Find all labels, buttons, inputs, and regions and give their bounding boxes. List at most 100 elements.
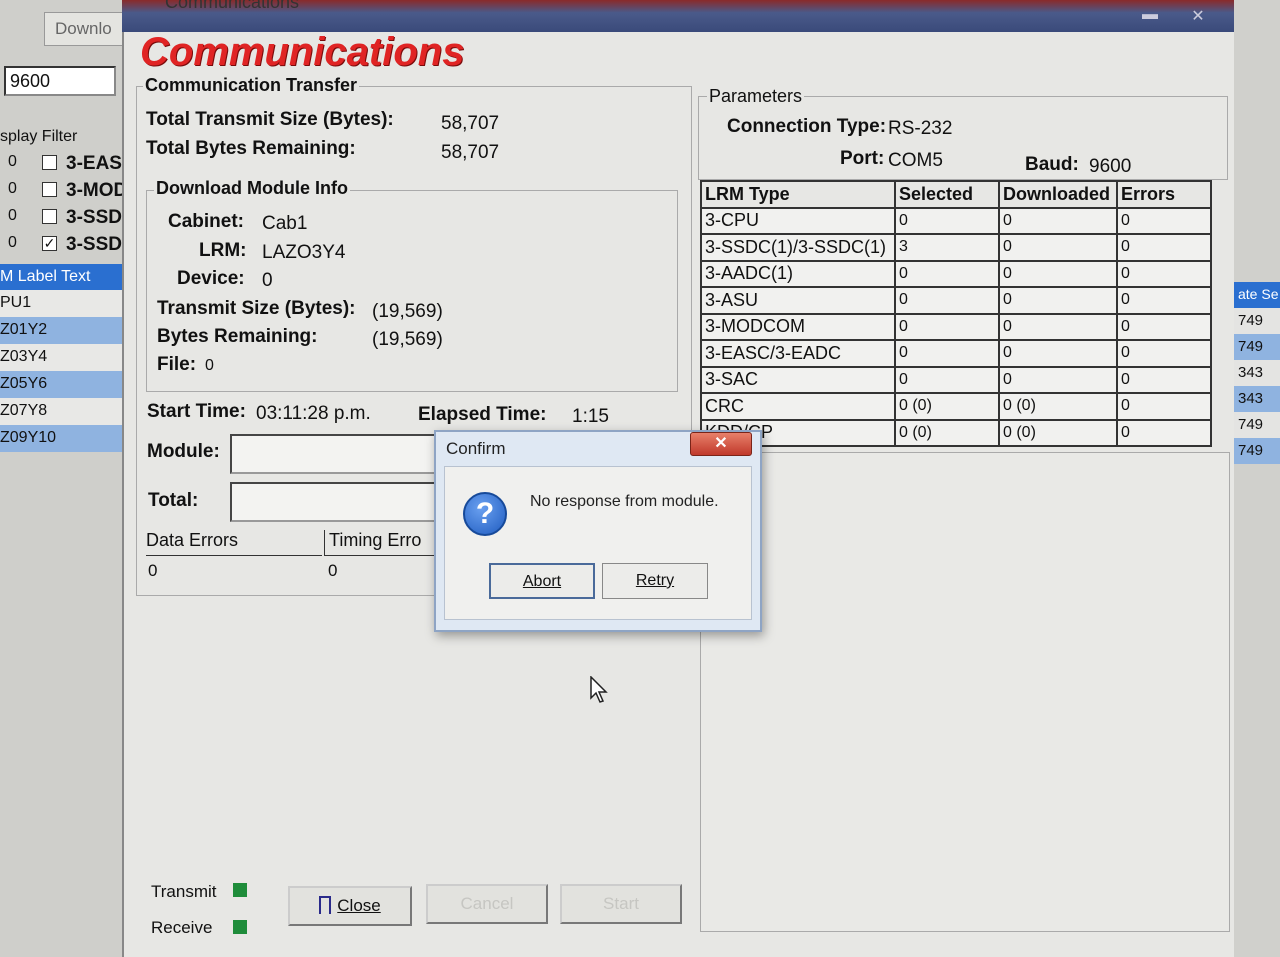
- filter-label: 3-MOD: [66, 180, 128, 201]
- table-cell: 0: [894, 339, 1000, 368]
- dialog-title: Confirm: [446, 439, 506, 458]
- table-cell: 3-CPU: [700, 206, 896, 235]
- filter-checkbox-checked[interactable]: ✓: [42, 236, 57, 251]
- receive-indicator-icon: [233, 920, 247, 934]
- background-right-header[interactable]: ate Se: [1232, 282, 1280, 308]
- table-cell: 0: [1116, 259, 1212, 288]
- timing-errors-header: Timing Erro: [324, 530, 444, 556]
- table-cell: 0: [1116, 312, 1212, 341]
- lrm-table: LRM Type Selected Downloaded Errors 3-CP…: [700, 180, 1212, 447]
- table-cell: 0 (0): [998, 418, 1118, 447]
- download-module-info-title: Download Module Info: [154, 178, 350, 199]
- display-filter-label: splay Filter: [0, 128, 78, 145]
- mouse-pointer-icon: [590, 676, 608, 703]
- dialog-close-button[interactable]: ✕: [690, 432, 752, 456]
- filter-checkbox[interactable]: [42, 182, 57, 197]
- column-header[interactable]: LRM Type: [700, 180, 896, 209]
- filter-row[interactable]: 0 3-SSDC: [0, 204, 130, 230]
- transmit-status-label: Transmit: [151, 882, 217, 901]
- table-cell: 0: [1116, 206, 1212, 235]
- filter-checkbox[interactable]: [42, 209, 57, 224]
- background-right-value: 749: [1232, 412, 1280, 438]
- background-right-value: 343: [1232, 386, 1280, 412]
- table-cell: 0: [1116, 286, 1212, 315]
- cabinet-label: Cabinet:: [168, 211, 244, 232]
- filter-checkbox[interactable]: [42, 155, 57, 170]
- baud-label: Baud:: [1025, 154, 1079, 175]
- list-item[interactable]: Z05Y6: [0, 371, 130, 398]
- file-label: File:: [157, 354, 197, 375]
- bytes-remaining-value: (19,569): [372, 329, 443, 350]
- table-cell: 0: [998, 233, 1118, 262]
- transmit-size-label: Transmit Size (Bytes):: [157, 298, 356, 319]
- module-progress-label: Module:: [147, 441, 220, 462]
- table-row[interactable]: 3-CPU 0 0 0: [700, 206, 1212, 235]
- bytes-remaining-label: Bytes Remaining:: [157, 326, 318, 347]
- cabinet-value: Cab1: [262, 213, 308, 234]
- column-header[interactable]: Errors: [1116, 180, 1212, 209]
- start-button[interactable]: Start: [560, 884, 682, 924]
- retry-button[interactable]: Retry: [602, 563, 708, 599]
- cancel-button[interactable]: Cancel: [426, 884, 548, 924]
- start-time-label: Start Time:: [147, 401, 246, 422]
- column-header[interactable]: Selected: [894, 180, 1000, 209]
- port-label: Port:: [840, 148, 885, 169]
- list-item[interactable]: PU1: [0, 290, 130, 317]
- abort-button[interactable]: Abort: [489, 563, 595, 599]
- transmit-indicator-icon: [233, 883, 247, 897]
- table-row[interactable]: 3-SAC 0 0 0: [700, 365, 1212, 394]
- window-close-icon[interactable]: ✕: [1186, 6, 1210, 26]
- table-row[interactable]: 3-ASU 0 0 0: [700, 286, 1212, 315]
- app-title: Communications: [140, 30, 465, 74]
- table-row[interactable]: 3-AADC(1) 0 0 0: [700, 259, 1212, 288]
- filter-count: 0: [8, 180, 17, 197]
- device-value: 0: [262, 270, 273, 291]
- device-label: Device:: [177, 268, 245, 289]
- table-cell: 0 (0): [894, 418, 1000, 447]
- filter-label: 3-SSDC: [66, 207, 130, 228]
- window-title: Communications: [165, 0, 300, 12]
- list-item[interactable]: Z03Y4: [0, 344, 130, 371]
- close-button[interactable]: Close: [288, 886, 412, 926]
- door-icon: [319, 896, 332, 914]
- list-item[interactable]: Z09Y10: [0, 425, 130, 452]
- table-row[interactable]: 3-MODCOM 0 0 0: [700, 312, 1212, 341]
- dialog-message: No response from module.: [530, 493, 719, 510]
- total-transmit-label: Total Transmit Size (Bytes):: [146, 109, 394, 130]
- filter-row[interactable]: 0 ✓ 3-SSDC: [0, 231, 130, 257]
- background-baud-field[interactable]: 9600: [4, 66, 116, 96]
- filter-row[interactable]: 0 3-EASC: [0, 150, 130, 176]
- table-cell: 0: [998, 365, 1118, 394]
- table-cell: 0: [1116, 418, 1212, 447]
- table-row[interactable]: 3-SSDC(1)/3-SSDC(1) 3 0 0: [700, 233, 1212, 262]
- background-right-panel: [1232, 0, 1280, 957]
- table-cell: 3-SAC: [700, 365, 896, 394]
- table-row[interactable]: 3-EASC/3-EADC 0 0 0: [700, 339, 1212, 368]
- background-right-value: 749: [1232, 334, 1280, 360]
- minimize-icon[interactable]: ▬: [1140, 6, 1160, 26]
- table-cell: 0: [894, 312, 1000, 341]
- data-errors-label: Data Errors: [146, 530, 239, 550]
- list-item[interactable]: Z01Y2: [0, 317, 130, 344]
- start-time-value: 03:11:28 p.m.: [256, 403, 371, 424]
- total-remaining-value: 58,707: [441, 142, 500, 163]
- label-text-column-header[interactable]: M Label Text: [0, 264, 130, 290]
- port-value: COM5: [888, 150, 943, 171]
- table-cell: 3-AADC(1): [700, 259, 896, 288]
- parameters-group: [698, 96, 1228, 180]
- list-item[interactable]: Z07Y8: [0, 398, 130, 425]
- data-errors-header: Data Errors: [146, 530, 322, 556]
- table-cell: 3-EASC/3-EADC: [700, 339, 896, 368]
- table-cell: 0: [1116, 233, 1212, 262]
- baud-value: 9600: [1089, 156, 1132, 177]
- filter-count: 0: [8, 207, 17, 224]
- table-row[interactable]: CRC 0 (0) 0 (0) 0: [700, 392, 1212, 421]
- table-row[interactable]: KDD/CP0 (0)0 (0)0: [700, 418, 1212, 447]
- background-tab-download[interactable]: Downlo: [44, 12, 130, 46]
- question-icon: ?: [463, 492, 507, 536]
- table-cell: 0 (0): [894, 392, 1000, 421]
- data-errors-value: 0: [148, 561, 158, 580]
- column-header[interactable]: Downloaded: [998, 180, 1118, 209]
- table-cell: 3-SSDC(1)/3-SSDC(1): [700, 233, 896, 262]
- filter-row[interactable]: 0 3-MOD: [0, 177, 130, 203]
